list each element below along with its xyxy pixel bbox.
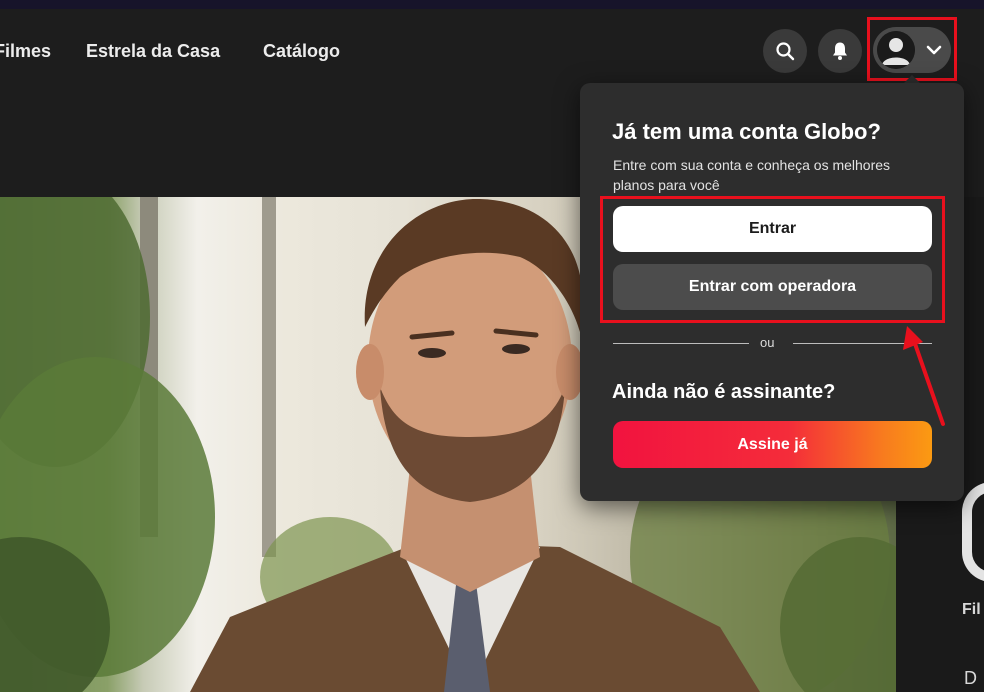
search-button[interactable]	[763, 29, 807, 73]
partial-logo	[962, 482, 984, 582]
side-partial-text-1: Fil	[962, 601, 981, 618]
side-partial-text-2: D	[964, 668, 977, 688]
nav-link-filmes[interactable]: Filmes	[0, 41, 51, 62]
subscribe-question: Ainda não é assinante?	[612, 381, 836, 403]
highlight-box-login-buttons	[600, 196, 945, 323]
dropdown-title: Já tem uma conta Globo?	[612, 119, 881, 144]
notifications-button[interactable]	[818, 29, 862, 73]
divider-left	[613, 343, 749, 344]
bell-icon	[833, 42, 847, 60]
annotation-arrow-icon	[903, 326, 945, 426]
separator-text: ou	[760, 335, 775, 350]
nav-link-catalogo[interactable]: Catálogo	[263, 41, 340, 62]
search-icon	[776, 42, 795, 61]
top-strip	[0, 0, 984, 9]
nav-link-estrela-da-casa[interactable]: Estrela da Casa	[86, 41, 220, 62]
subscribe-button[interactable]: Assine já	[613, 421, 932, 468]
highlight-box-profile	[867, 17, 957, 81]
dropdown-subtitle: Entre com sua conta e conheça os melhore…	[613, 157, 891, 193]
